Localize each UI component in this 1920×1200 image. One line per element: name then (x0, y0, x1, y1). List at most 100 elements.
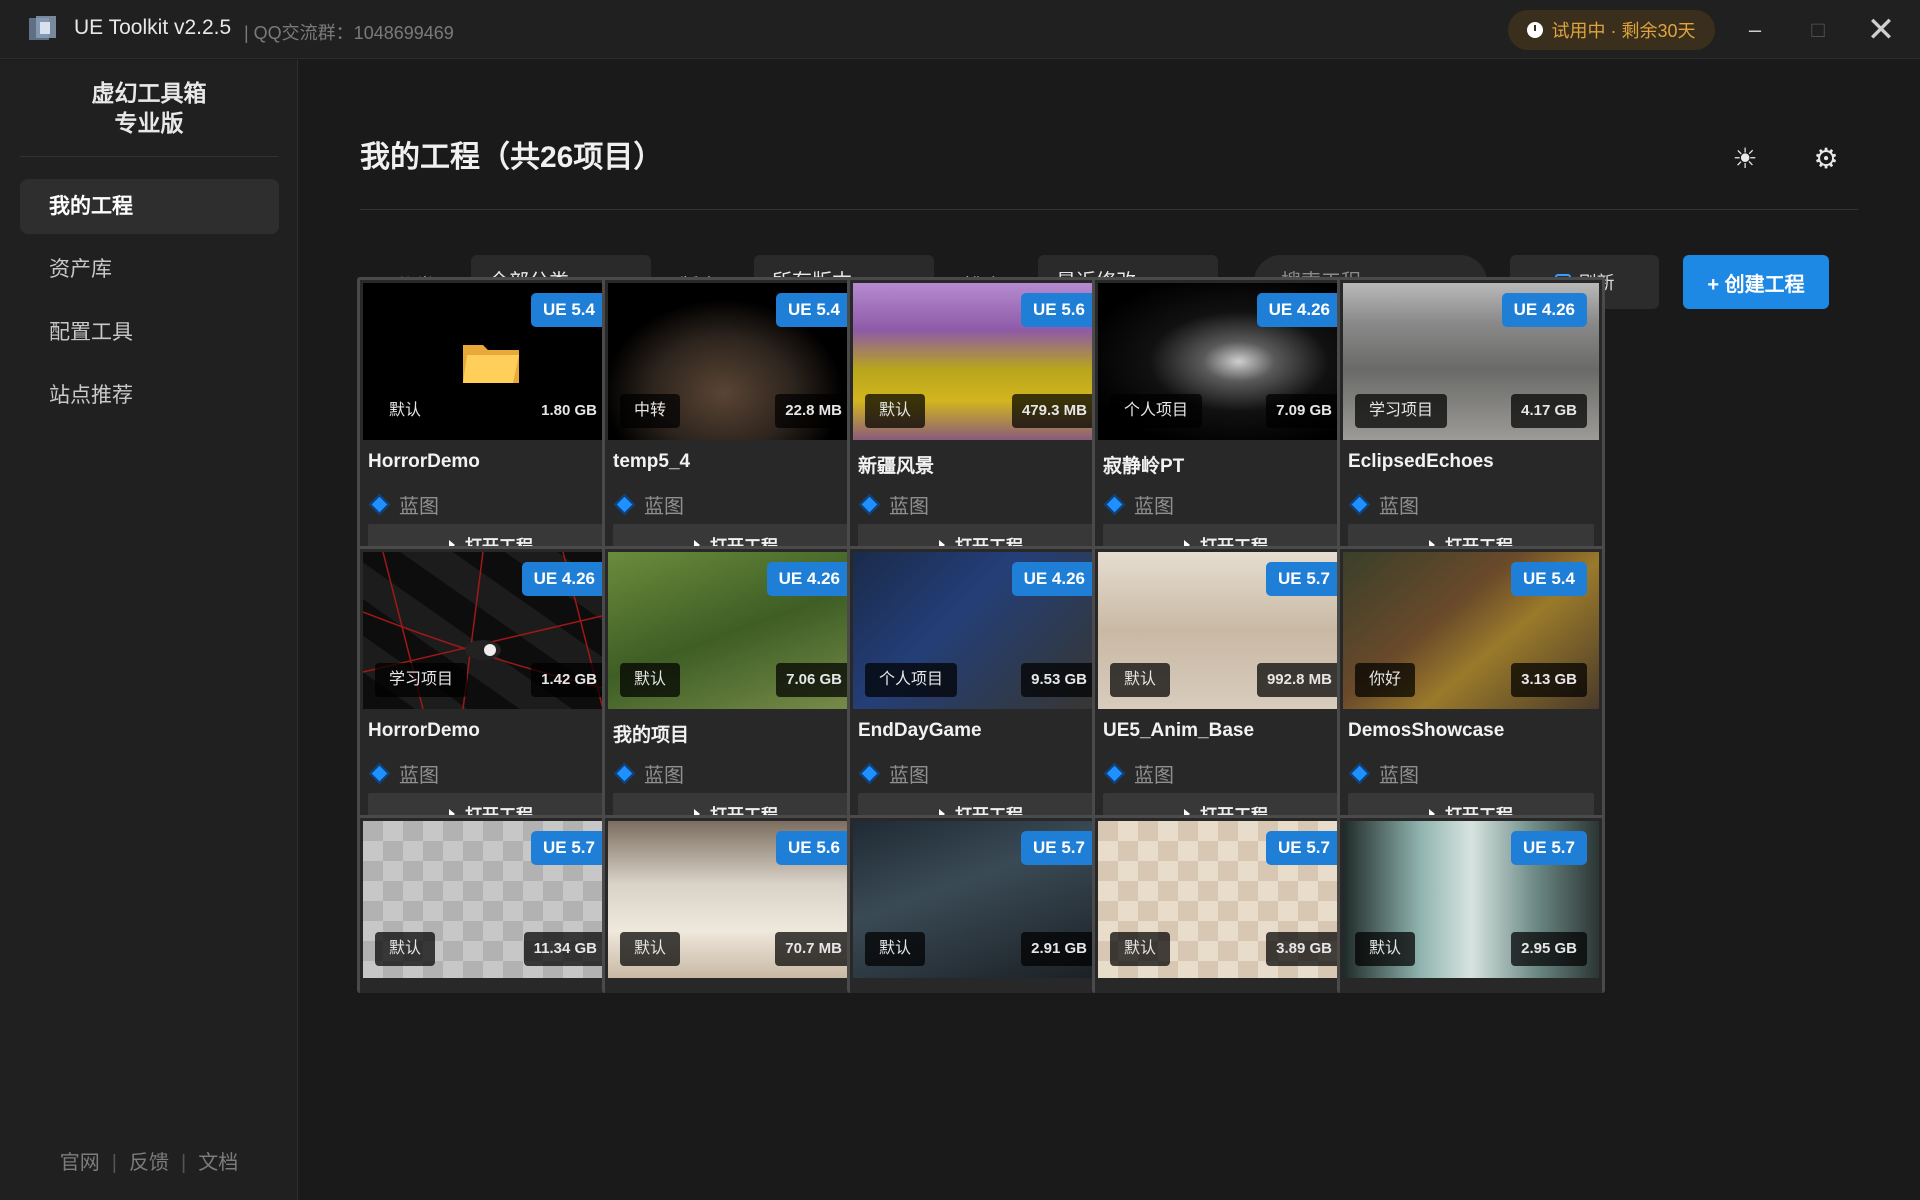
project-type: 蓝图 (1348, 490, 1419, 519)
docs-link[interactable]: 文档 (198, 1152, 238, 1174)
project-type-label: 蓝图 (1379, 496, 1419, 518)
project-card[interactable]: UE 5.7 默认 2.91 GB (847, 815, 1115, 993)
title-bar: UE Toolkit v2.2.5 | QQ交流群：1048699469 试用中… (0, 0, 1920, 59)
project-size: 479.3 MB (1011, 394, 1097, 428)
official-site-link[interactable]: 官网 (60, 1152, 100, 1174)
project-type-label: 蓝图 (399, 765, 439, 787)
minimize-button[interactable]: – (1725, 0, 1785, 59)
project-card[interactable]: UE 5.4你好3.13 GBDemosShowcase蓝图打开工程 (1337, 546, 1605, 845)
category-tag: 默认 (1110, 663, 1171, 697)
engine-version-badge: UE 5.7 (1266, 831, 1342, 865)
project-size: 7.09 GB (1266, 394, 1342, 428)
blueprint-diamond-icon (1348, 762, 1371, 785)
engine-version-badge: UE 5.7 (1511, 831, 1587, 865)
project-card[interactable]: UE 5.7 默认 11.34 GB (357, 815, 625, 993)
project-size: 992.8 MB (1256, 663, 1342, 697)
blueprint-diamond-icon (1103, 762, 1126, 785)
sidebar-item-asset-library[interactable]: 资产库 (20, 242, 279, 297)
category-tag: 学习项目 (1355, 394, 1448, 428)
project-name: 新疆风景 (858, 456, 935, 477)
category-tag: 你好 (1355, 663, 1416, 697)
engine-version-badge: UE 5.4 (776, 293, 852, 327)
divider (20, 156, 278, 157)
engine-version-badge: UE 5.6 (776, 831, 852, 865)
project-card[interactable]: UE 5.6默认479.3 MB新疆风景蓝图打开工程 (847, 277, 1115, 576)
project-size: 11.34 GB (523, 932, 607, 966)
create-project-button[interactable]: + 创建工程 (1683, 255, 1829, 309)
blueprint-diamond-icon (613, 762, 636, 785)
engine-version-badge: UE 5.7 (1266, 562, 1342, 596)
engine-version-badge: UE 4.26 (1256, 293, 1342, 327)
project-card[interactable]: UE 5.7 默认 2.95 GB (1337, 815, 1605, 993)
project-thumbnail: UE 4.26 个人项目 7.09 GB (1098, 283, 1354, 440)
sidebar-item-site-recommend[interactable]: 站点推荐 (20, 368, 279, 423)
divider (360, 209, 1858, 210)
feedback-link[interactable]: 反馈 (129, 1152, 169, 1174)
settings-gear-icon[interactable]: ⚙ (1806, 138, 1846, 178)
project-type-label: 蓝图 (1379, 765, 1419, 787)
footer-separator: | (111, 1152, 117, 1174)
project-card[interactable]: UE 5.7默认992.8 MBUE5_Anim_Base蓝图打开工程 (1092, 546, 1360, 845)
project-name: temp5_4 (613, 451, 691, 472)
project-thumbnail: UE 4.26 默认 7.06 GB (608, 552, 864, 709)
project-size: 22.8 MB (775, 394, 852, 428)
project-thumbnail: UE 5.6 默认 70.7 MB (608, 821, 864, 978)
project-size: 9.53 GB (1021, 663, 1097, 697)
project-type: 蓝图 (368, 490, 439, 519)
theme-toggle-icon[interactable]: ☀ (1725, 138, 1765, 178)
project-card[interactable]: UE 5.4默认1.80 GBHorrorDemo蓝图打开工程 (357, 277, 625, 576)
category-tag: 默认 (375, 394, 436, 428)
project-type-label: 蓝图 (1134, 765, 1174, 787)
project-type: 蓝图 (1103, 759, 1174, 788)
project-thumbnail: UE 5.7 默认 11.34 GB (363, 821, 619, 978)
brand: 虚幻工具箱 专业版 (0, 78, 298, 138)
project-thumbnail: UE 5.4 默认 1.80 GB (363, 283, 619, 440)
blueprint-diamond-icon (368, 762, 391, 785)
project-type: 蓝图 (858, 759, 929, 788)
project-type: 蓝图 (613, 490, 684, 519)
project-type-label: 蓝图 (399, 496, 439, 518)
folder-icon (463, 345, 519, 383)
engine-version-badge: UE 5.7 (531, 831, 607, 865)
project-card[interactable]: UE 5.7 默认 3.89 GB (1092, 815, 1360, 993)
project-size: 2.95 GB (1511, 932, 1587, 966)
engine-version-badge: UE 4.26 (766, 562, 852, 596)
blueprint-diamond-icon (858, 762, 881, 785)
category-tag: 默认 (620, 663, 681, 697)
project-card[interactable]: UE 4.26学习项目1.42 GBHorrorDemo蓝图打开工程 (357, 546, 625, 845)
maximize-button[interactable]: □ (1788, 0, 1848, 59)
project-name: UE5_Anim_Base (1103, 720, 1255, 741)
project-card[interactable]: UE 4.26默认7.06 GB我的项目蓝图打开工程 (602, 546, 870, 845)
category-tag: 默认 (620, 932, 681, 966)
project-card[interactable]: UE 4.26个人项目7.09 GB寂静岭PT蓝图打开工程 (1092, 277, 1360, 576)
project-card[interactable]: UE 5.6 默认 70.7 MB (602, 815, 870, 993)
sidebar: 虚幻工具箱 专业版 我的工程 资产库 配置工具 站点推荐 官网 | 反馈 | 文档 (0, 60, 298, 1200)
project-thumbnail: UE 5.4 中转 22.8 MB (608, 283, 864, 440)
project-card[interactable]: UE 4.26个人项目9.53 GBEndDayGame蓝图打开工程 (847, 546, 1115, 845)
engine-version-badge: UE 5.7 (1021, 831, 1097, 865)
project-size: 2.91 GB (1021, 932, 1097, 966)
project-size: 70.7 MB (775, 932, 852, 966)
project-type-label: 蓝图 (1134, 496, 1174, 518)
category-tag: 中转 (620, 394, 681, 428)
project-card[interactable]: UE 5.4中转22.8 MBtemp5_4蓝图打开工程 (602, 277, 870, 576)
project-name: 我的项目 (613, 725, 690, 746)
project-type: 蓝图 (1103, 490, 1174, 519)
project-thumbnail: UE 4.26 个人项目 9.53 GB (853, 552, 1109, 709)
project-card[interactable]: UE 4.26学习项目4.17 GBEclipsedEchoes蓝图打开工程 (1337, 277, 1605, 576)
engine-version-badge: UE 5.6 (1021, 293, 1097, 327)
close-button[interactable]: ✕ (1851, 0, 1911, 59)
trial-badge[interactable]: 试用中 · 剩余30天 (1508, 10, 1715, 50)
blueprint-diamond-icon (368, 493, 391, 516)
project-size: 3.89 GB (1266, 932, 1342, 966)
project-thumbnail: UE 4.26 学习项目 4.17 GB (1343, 283, 1599, 440)
sidebar-item-my-projects[interactable]: 我的工程 (20, 179, 279, 234)
category-tag: 个人项目 (865, 663, 958, 697)
project-name: 寂静岭PT (1103, 456, 1185, 477)
project-size: 1.42 GB (531, 663, 607, 697)
project-name: DemosShowcase (1348, 720, 1505, 741)
brand-line2: 专业版 (114, 110, 184, 136)
sidebar-item-config-tools[interactable]: 配置工具 (20, 305, 279, 360)
project-type: 蓝图 (1348, 759, 1419, 788)
trial-text: 试用中 · 剩余30天 (1551, 21, 1696, 41)
